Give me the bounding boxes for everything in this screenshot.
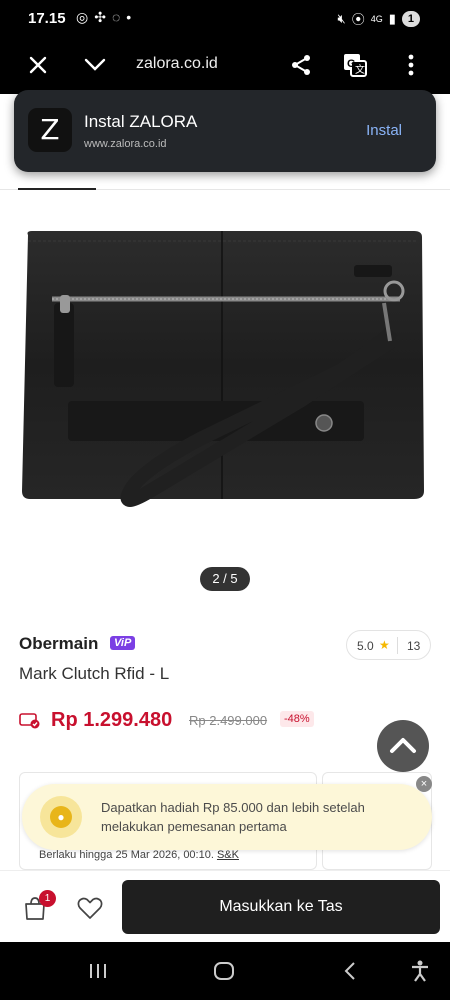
rating-score: 5.0 (357, 639, 374, 653)
chevron-down-icon[interactable] (80, 50, 110, 80)
install-title: Instal ZALORA (84, 112, 198, 131)
system-icons: 🔇︎ ⦿ 4G ▮ 1 (337, 9, 420, 28)
dot-icon: • (126, 9, 138, 25)
coin-icon: ● (40, 796, 82, 838)
install-site: www.zalora.co.id (84, 138, 167, 150)
toast-close-icon[interactable]: × (416, 776, 432, 792)
reward-toast[interactable]: ● Dapatkan hadiah Rp 85.000 dan lebih se… (22, 784, 432, 850)
zalora-logo: Z (28, 108, 72, 152)
vip-badge: ViP (110, 636, 136, 650)
star-icon: ★ (379, 638, 390, 652)
settings-fan-icon: ✣ (94, 9, 112, 25)
original-price: Rp 2.499.000 (189, 713, 268, 728)
recents-icon[interactable] (84, 958, 112, 984)
install-app-banner[interactable]: Z Instal ZALORA www.zalora.co.id Instal (14, 90, 436, 172)
scroll-to-top-button[interactable] (377, 720, 429, 772)
review-count: 13 (407, 639, 421, 653)
battery-icon: 1 (401, 10, 420, 27)
bottom-action-bar: 1 Masukkan ke Tas (0, 870, 450, 942)
signal-icon: ▮ (388, 10, 396, 26)
chevron-up-icon (390, 738, 416, 753)
accessibility-icon[interactable] (406, 958, 434, 984)
product-image[interactable] (0, 191, 450, 601)
location-icon: ⦿ (351, 12, 365, 27)
toast-message: Dapatkan hadiah Rp 85.000 dan lebih sete… (101, 800, 365, 834)
status-time: 17.15 (28, 10, 66, 27)
rating-divider (397, 637, 398, 654)
browser-toolbar: zalora.co.id G文 (0, 38, 450, 94)
install-button[interactable]: Instal (366, 122, 402, 139)
wishlist-button[interactable] (75, 893, 105, 923)
whatsapp-icon: ◎ (76, 9, 95, 25)
status-bar: 17.15 ◎✣◌• 🔇︎ ⦿ 4G ▮ 1 (0, 0, 450, 38)
validity-text: Berlaku hingga 25 Mar 2026, 00:10. (39, 849, 214, 861)
mute-icon: 🔇︎ (337, 10, 346, 26)
share-icon[interactable] (286, 50, 316, 80)
gallery-pager: 2 / 5 (200, 567, 250, 591)
home-icon[interactable] (210, 958, 238, 984)
discount-badge: -48% (280, 711, 314, 727)
tab-indicator (18, 188, 96, 190)
price-tag-icon (19, 711, 41, 729)
current-price: Rp 1.299.480 (51, 709, 173, 731)
voucher-validity: Berlaku hingga 25 Mar 2026, 00:10. S&K (39, 849, 239, 861)
4g-data-icon: 4G (370, 13, 383, 24)
translate-icon[interactable]: G文 (340, 50, 370, 80)
heart-icon (77, 897, 103, 919)
rating-pill[interactable]: 5.0 ★ 13 (346, 630, 431, 660)
terms-link[interactable]: S&K (217, 849, 239, 861)
more-vert-icon[interactable] (396, 50, 426, 80)
cart-count-badge: 1 (39, 890, 56, 907)
product-name: Mark Clutch Rfid - L (19, 664, 170, 683)
url-text[interactable]: zalora.co.id (136, 55, 218, 73)
system-nav-bar (0, 942, 450, 1000)
notification-icons: ◎✣◌• (76, 9, 137, 26)
signal-messenger-icon: ◌ (111, 9, 127, 25)
back-icon[interactable] (336, 958, 364, 984)
add-to-bag-button[interactable]: Masukkan ke Tas (122, 880, 440, 934)
brand-name[interactable]: Obermain (19, 634, 98, 654)
close-icon[interactable] (23, 50, 53, 80)
tab-strip (0, 172, 450, 190)
svg-text:文: 文 (355, 63, 365, 76)
